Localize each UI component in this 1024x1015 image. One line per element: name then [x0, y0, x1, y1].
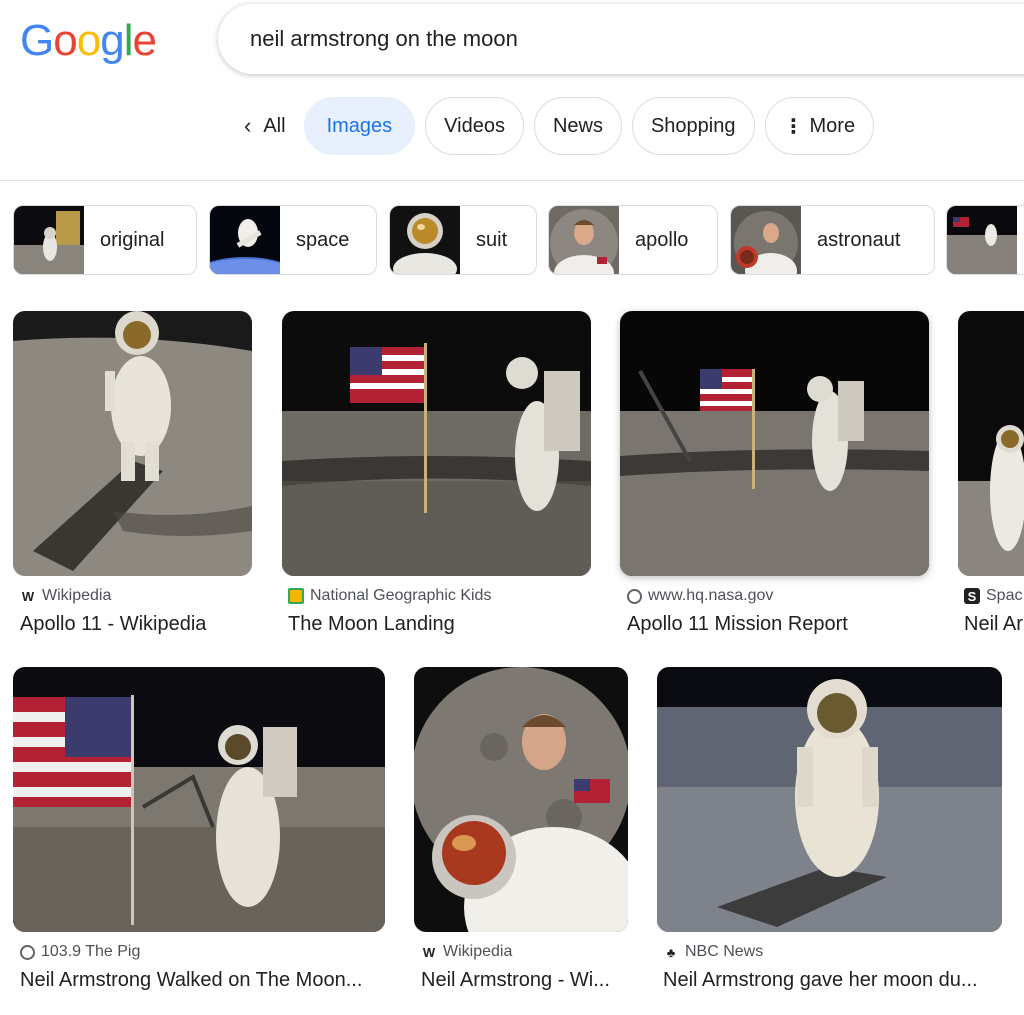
tab-all[interactable]: ‹ All [236, 97, 294, 155]
result-title[interactable]: Neil Armstrong - Wi... [421, 969, 631, 992]
chevron-left-icon: ‹ [244, 113, 252, 138]
tab-shopping[interactable]: Shopping [631, 97, 755, 155]
tab-images-label: Images [326, 114, 393, 137]
tab-news[interactable]: News [533, 97, 622, 155]
result-source-name: Wikipedia [42, 587, 112, 604]
result-source-name: 103.9 The Pig [41, 943, 141, 960]
result-source[interactable]: W Wikipedia [20, 587, 112, 605]
chip-label: suit [476, 228, 508, 251]
result-title[interactable]: Neil Armstrong Walked on The Moon... [20, 969, 385, 992]
logo-letter: o [76, 16, 102, 65]
result-source-name: Wikipedia [443, 943, 513, 960]
tab-more[interactable]: ⋮ More [764, 97, 875, 155]
result-image[interactable] [958, 311, 1024, 576]
chip-space[interactable]: space [209, 205, 377, 275]
result-source[interactable]: S Spac [964, 587, 1022, 605]
tab-videos-label: Videos [444, 114, 505, 137]
chip-apollo[interactable]: apollo [548, 205, 718, 275]
chip-thumbnail [14, 206, 84, 274]
result-title[interactable]: Neil Armstrong gave her moon du... [663, 969, 1008, 992]
result-source[interactable]: National Geographic Kids [288, 587, 491, 605]
result-source-name: National Geographic Kids [310, 587, 492, 604]
google-logo[interactable]: Google [20, 16, 157, 66]
result-title[interactable]: The Moon Landing [288, 613, 588, 636]
result-source[interactable]: ♣ NBC News [663, 943, 764, 961]
result-image[interactable] [282, 311, 591, 576]
result-title[interactable]: Apollo 11 Mission Report [627, 613, 927, 636]
result-title[interactable]: Neil Ar [964, 613, 1024, 636]
tab-images[interactable]: Images [303, 97, 416, 155]
logo-letter: o [53, 16, 78, 65]
result-source-name: www.hq.nasa.gov [648, 587, 774, 604]
search-tabs: ‹ All Images Videos News Shopping ⋮ More [236, 97, 875, 155]
result-image[interactable] [657, 667, 1002, 932]
more-vert-icon: ⋮ [783, 115, 804, 138]
result-source-name: Spac [986, 587, 1023, 604]
globe-icon [627, 588, 642, 604]
chip-thumbnail [549, 206, 619, 274]
tab-more-label: More [809, 114, 856, 137]
tab-all-label: All [263, 114, 286, 137]
result-source[interactable]: W Wikipedia [421, 943, 513, 961]
search-query[interactable]: neil armstrong on the moon [250, 26, 518, 52]
result-image[interactable] [414, 667, 628, 932]
header-divider [0, 180, 1024, 181]
chip-thumbnail [210, 206, 280, 274]
result-image[interactable] [13, 667, 385, 932]
logo-letter: l [123, 16, 134, 65]
chip-label: astronaut [817, 228, 901, 251]
nbc-peacock-icon: ♣ [666, 944, 676, 960]
result-source[interactable]: 103.9 The Pig [20, 943, 140, 961]
chip-label: original [100, 228, 165, 251]
result-source-name: NBC News [685, 943, 764, 960]
chip-thumbnail [390, 206, 460, 274]
wikipedia-icon: W [422, 944, 436, 960]
result-source[interactable]: www.hq.nasa.gov [627, 587, 773, 605]
result-image[interactable] [620, 311, 929, 576]
tab-news-label: News [552, 114, 603, 137]
logo-letter: e [132, 16, 157, 65]
wikipedia-icon: W [21, 588, 35, 604]
chip-thumbnail [947, 206, 1017, 274]
s-icon: S [964, 588, 980, 604]
filter-chips: original space suit apollo astronaut [13, 205, 1024, 275]
logo-letter: G [20, 16, 54, 65]
chip-astronaut[interactable]: astronaut [730, 205, 935, 275]
chip-original[interactable]: original [13, 205, 197, 275]
chip-suit[interactable]: suit [389, 205, 537, 275]
chip-label: space [296, 228, 350, 251]
globe-icon [20, 944, 35, 960]
result-title[interactable]: Apollo 11 - Wikipedia [20, 613, 250, 636]
logo-letter: g [100, 16, 125, 65]
chip-thumbnail [731, 206, 801, 274]
chip-label: apollo [635, 228, 689, 251]
chip-partial[interactable] [946, 205, 1024, 275]
tab-shopping-label: Shopping [650, 114, 736, 137]
result-image[interactable] [13, 311, 252, 576]
tab-videos[interactable]: Videos [425, 97, 524, 155]
natgeo-icon [288, 588, 304, 604]
search-input[interactable]: neil armstrong on the moon [218, 4, 1024, 74]
